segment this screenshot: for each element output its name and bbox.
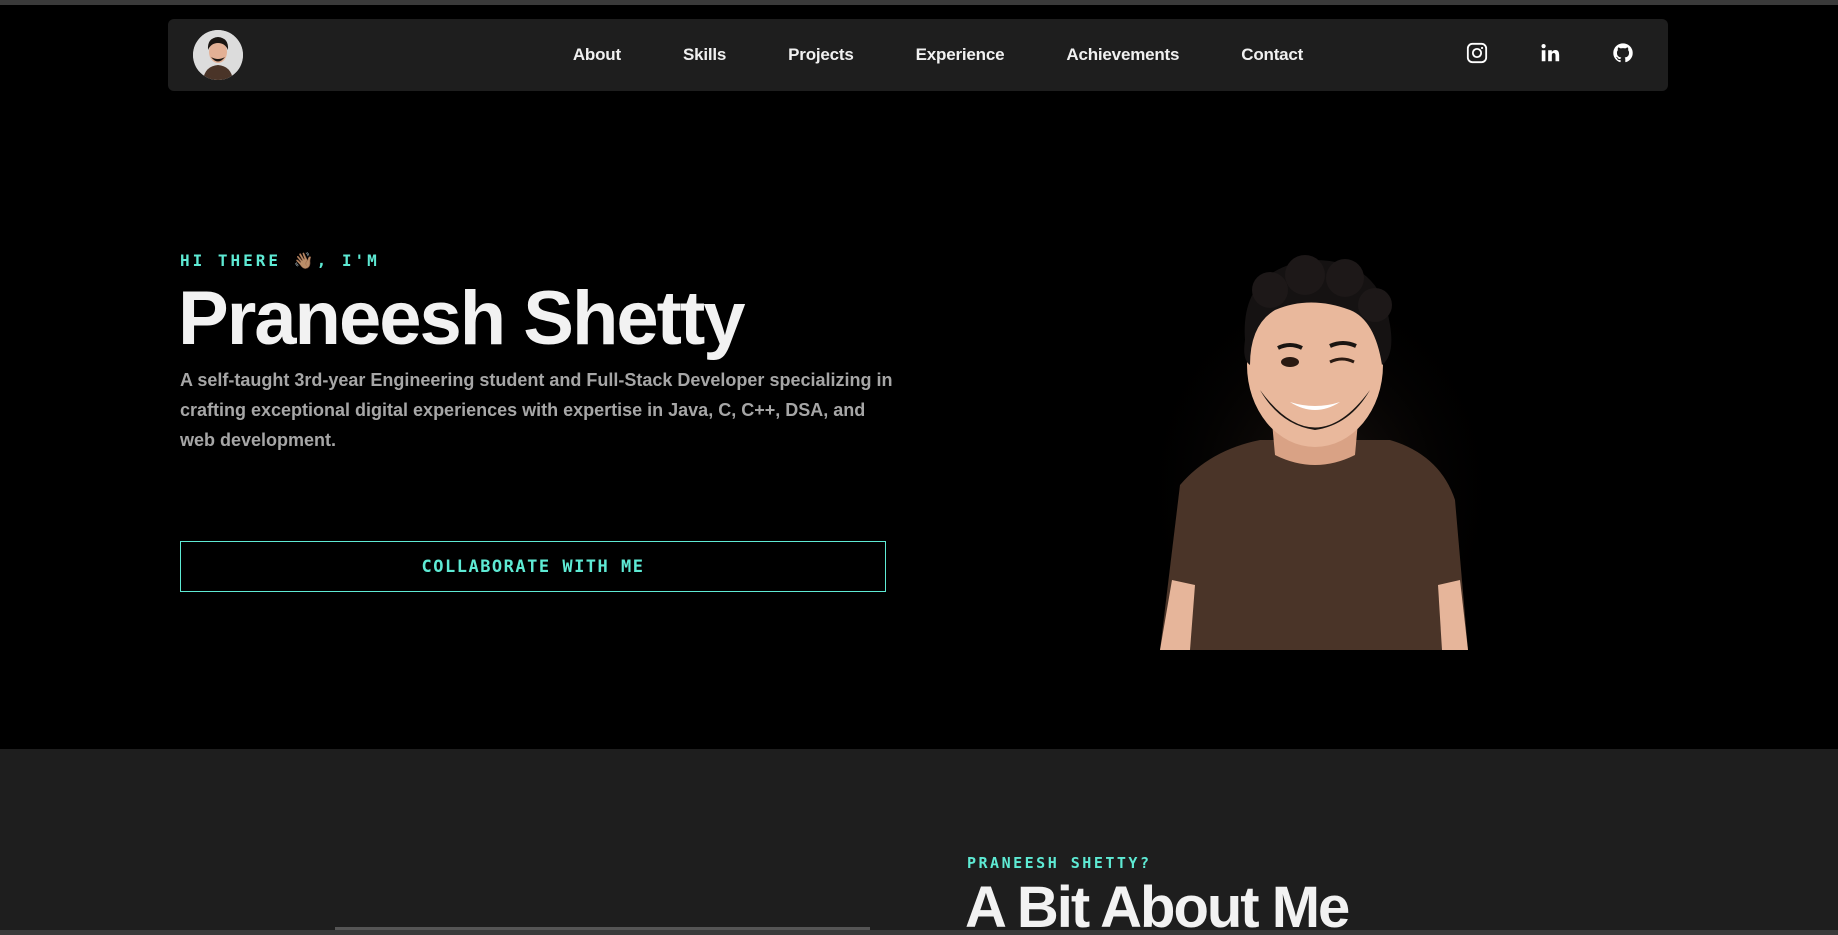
nav-link-achievements[interactable]: Achievements <box>1066 45 1179 65</box>
about-title: A Bit About Me <box>965 875 1350 930</box>
social-links <box>1464 40 1636 66</box>
github-icon[interactable] <box>1610 40 1636 66</box>
nav-link-contact[interactable]: Contact <box>1241 45 1303 65</box>
nav-link-skills[interactable]: Skills <box>683 45 726 65</box>
nav-links: About Skills Projects Experience Achieve… <box>168 19 1668 91</box>
hero-greeting: HI THERE 👋🏽, I'M <box>180 251 380 270</box>
instagram-icon[interactable] <box>1464 40 1490 66</box>
about-section: PRANEESH SHETTY? A Bit About Me <box>0 749 1838 930</box>
browser-viewport: HI THERE 👋🏽, I'M Praneesh Shetty A self-… <box>0 5 1838 930</box>
hero-name: Praneesh Shetty <box>178 276 746 361</box>
hero-avatar-image <box>1150 250 1490 650</box>
hero-description: A self-taught 3rd-year Engineering stude… <box>180 370 893 450</box>
window-frame-bottom <box>0 930 1838 935</box>
nav-link-projects[interactable]: Projects <box>788 45 854 65</box>
nav-link-about[interactable]: About <box>573 45 621 65</box>
nav-link-experience[interactable]: Experience <box>916 45 1005 65</box>
linkedin-icon[interactable] <box>1537 40 1563 66</box>
collaborate-button[interactable]: COLLABORATE WITH ME <box>180 541 886 592</box>
hero-section: HI THERE 👋🏽, I'M Praneesh Shetty A self-… <box>0 5 1838 749</box>
top-navbar: About Skills Projects Experience Achieve… <box>168 19 1668 91</box>
about-kicker: PRANEESH SHETTY? <box>967 854 1152 872</box>
